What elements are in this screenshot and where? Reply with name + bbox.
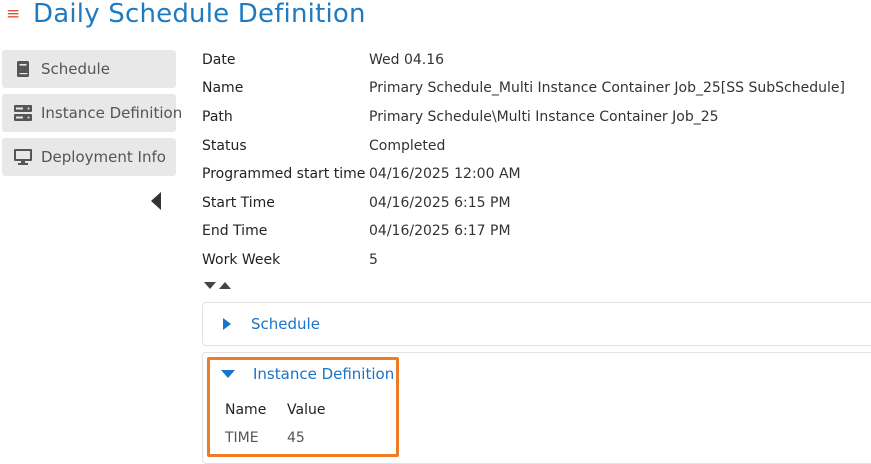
property-row: Start Time 04/16/2025 6:15 PM	[202, 193, 862, 217]
expand-all-icon[interactable]	[204, 282, 216, 289]
hamburger-icon[interactable]: ≡	[6, 4, 20, 24]
sidebar-item-label: Deployment Info	[41, 148, 166, 166]
sidebar-item-instance-definition[interactable]: Instance Definition	[2, 94, 182, 132]
page-header: ≡ Daily Schedule Definition	[0, 0, 871, 34]
property-value: 5	[369, 252, 378, 268]
property-row: Status Completed	[202, 136, 862, 160]
schedule-panel-header[interactable]: Schedule	[221, 314, 320, 334]
property-row: Name Primary Schedule_Multi Instance Con…	[202, 78, 862, 102]
book-icon	[14, 60, 32, 78]
sidebar-item-deployment-info[interactable]: Deployment Info	[2, 138, 176, 176]
property-value: 04/16/2025 6:15 PM	[369, 195, 511, 211]
sidebar-item-schedule[interactable]: Schedule	[2, 50, 176, 88]
sidebar-item-label: Instance Definition	[41, 104, 183, 122]
page-title: Daily Schedule Definition	[33, 0, 366, 29]
property-key: Path	[202, 109, 233, 125]
property-value: Completed	[369, 138, 446, 154]
property-value: 04/16/2025 12:00 AM	[369, 166, 521, 182]
highlight-box	[207, 357, 399, 457]
expand-collapse-toggles	[204, 279, 231, 289]
collapse-all-icon[interactable]	[219, 282, 231, 289]
property-value: Wed 04.16	[369, 52, 445, 68]
caret-right-icon	[223, 318, 231, 330]
property-row: End Time 04/16/2025 6:17 PM	[202, 221, 862, 245]
property-row: Work Week 5	[202, 250, 862, 274]
property-key: Status	[202, 138, 247, 154]
panel-title: Schedule	[251, 315, 320, 333]
property-row: Programmed start time 04/16/2025 12:00 A…	[202, 164, 862, 188]
sidebar-item-label: Schedule	[41, 60, 110, 78]
property-key: End Time	[202, 223, 268, 239]
property-key: Work Week	[202, 252, 281, 268]
property-key: Start Time	[202, 195, 275, 211]
chevron-left-icon[interactable]	[151, 192, 161, 210]
property-value: Primary Schedule_Multi Instance Containe…	[369, 80, 845, 96]
property-key: Name	[202, 80, 244, 96]
property-key: Programmed start time	[202, 166, 366, 182]
property-row: Date Wed 04.16	[202, 50, 862, 74]
schedule-panel: Schedule	[202, 302, 871, 346]
property-key: Date	[202, 52, 236, 68]
server-icon	[14, 104, 32, 122]
property-value: 04/16/2025 6:17 PM	[369, 223, 511, 239]
property-row: Path Primary Schedule\Multi Instance Con…	[202, 107, 862, 131]
monitor-icon	[14, 148, 32, 166]
property-value: Primary Schedule\Multi Instance Containe…	[369, 109, 719, 125]
